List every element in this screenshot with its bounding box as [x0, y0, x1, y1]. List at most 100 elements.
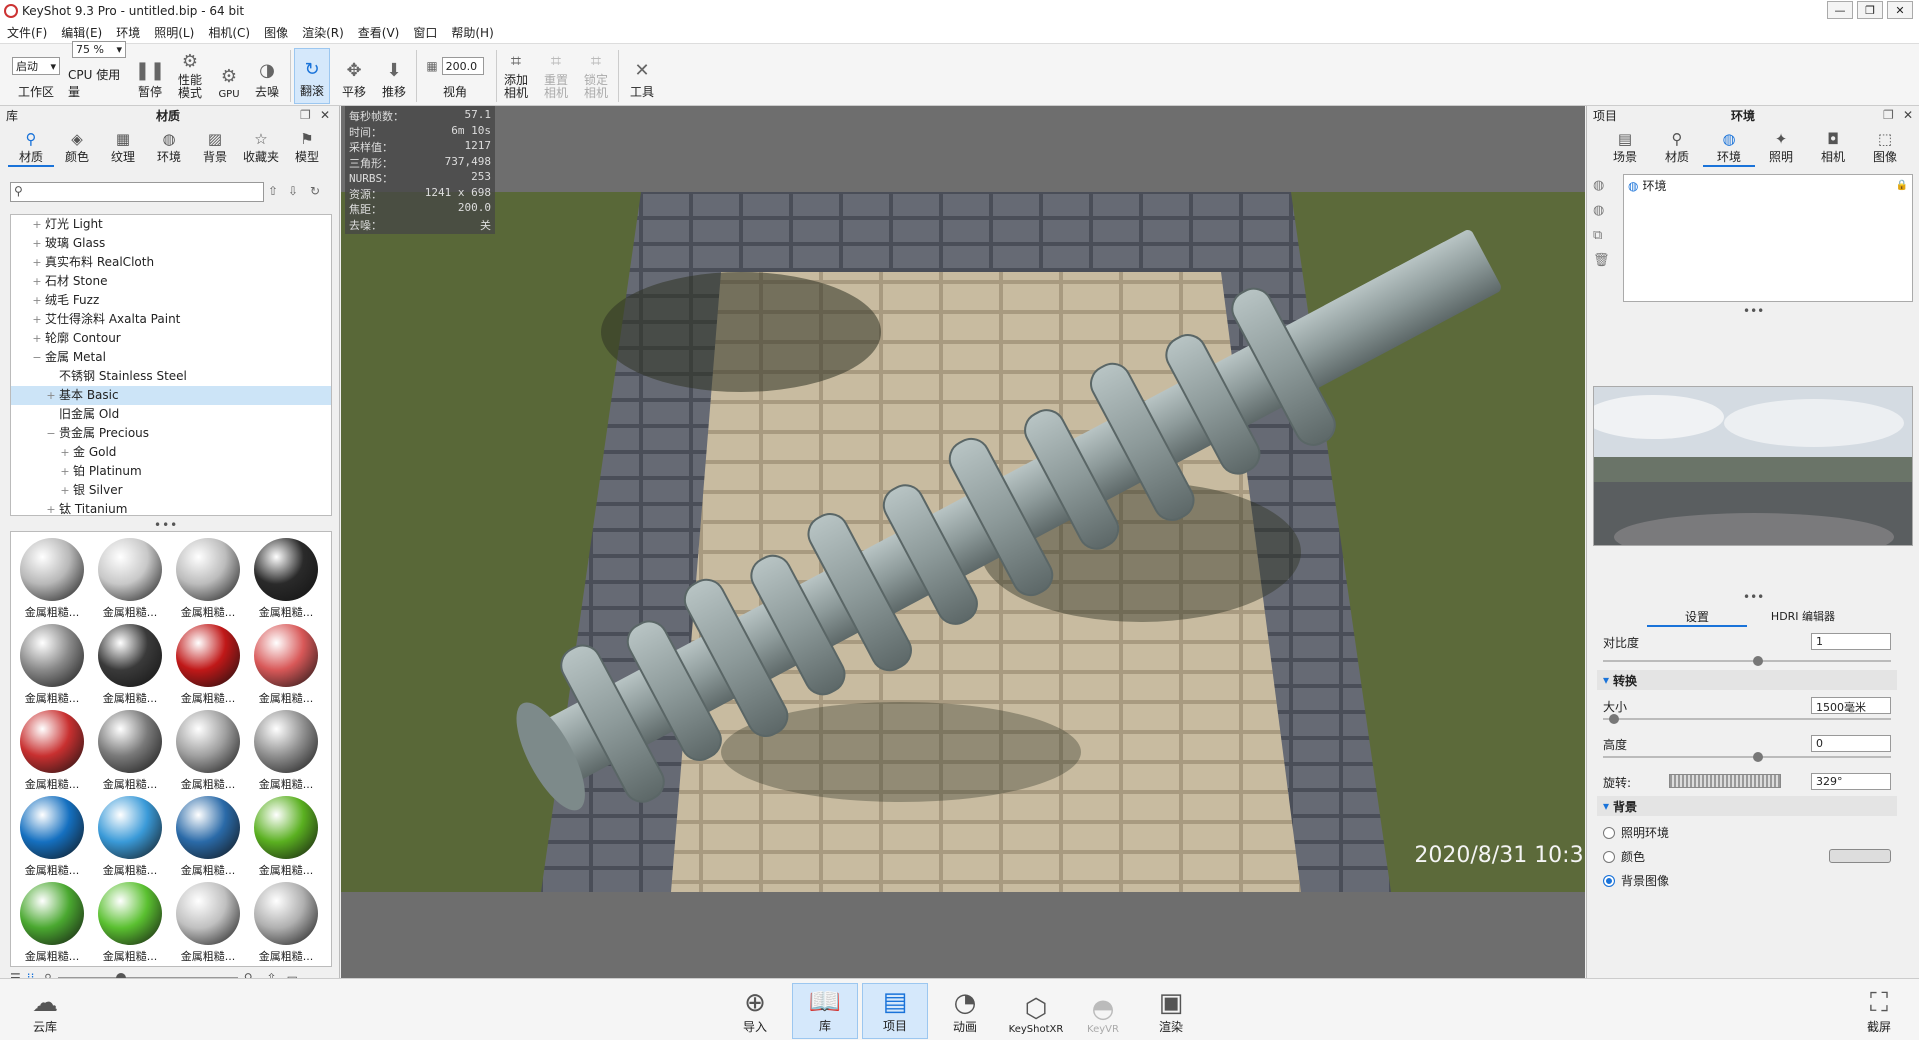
size-input[interactable]: 1500毫米: [1811, 697, 1891, 714]
workspace-select[interactable]: 启动 ▾: [12, 57, 60, 75]
material-thumbnail[interactable]: 金属粗糙...: [171, 880, 245, 964]
contrast-slider[interactable]: [1603, 656, 1891, 666]
tree-item[interactable]: + 基本 Basic: [11, 386, 331, 405]
expand-toggle-icon[interactable]: +: [45, 500, 57, 515]
tree-item[interactable]: − 金属 Metal: [11, 348, 331, 367]
project-button[interactable]: ▤ 项目: [862, 983, 928, 1039]
subtab-settings[interactable]: 设置: [1647, 608, 1747, 627]
bg-option-color[interactable]: 颜色: [1603, 848, 1645, 865]
pan-button[interactable]: ✥ 平移: [336, 48, 372, 104]
radio-lighting-env[interactable]: [1603, 826, 1615, 839]
render-scene[interactable]: 2020/8/31 10:35: [341, 192, 1585, 892]
material-thumbnail[interactable]: 金属粗糙...: [93, 708, 167, 792]
pause-button[interactable]: ❚❚ 暂停: [134, 48, 166, 104]
height-slider[interactable]: [1603, 752, 1891, 762]
library-search-input[interactable]: ⚲: [10, 182, 264, 202]
contrast-slider-knob[interactable]: [1753, 656, 1763, 666]
folder-up-icon[interactable]: ⇧: [268, 184, 278, 198]
render-viewport[interactable]: 2020/8/31 10:35 每秒帧数： 57.1 时间： 6m 10s 采样值： 12…: [341, 106, 1585, 978]
maximize-button[interactable]: ❐: [1857, 1, 1883, 19]
tree-item[interactable]: + 金 Gold: [11, 443, 331, 462]
material-thumbnail[interactable]: 金属粗糙...: [249, 622, 323, 706]
cloud-library-button[interactable]: ☁ 云库: [12, 983, 78, 1039]
material-thumbnail[interactable]: 金属粗糙...: [93, 622, 167, 706]
close-panel-icon[interactable]: ✕: [1903, 108, 1913, 122]
tree-item[interactable]: + 绒毛 Fuzz: [11, 291, 331, 310]
hdri-preview[interactable]: [1593, 386, 1913, 546]
tree-item[interactable]: + 石材 Stone: [11, 272, 331, 291]
material-thumbnail[interactable]: 金属粗糙...: [93, 880, 167, 964]
material-thumbnail[interactable]: 金属粗糙...: [15, 536, 89, 620]
radio-bg-image[interactable]: [1603, 874, 1615, 887]
menu-camera[interactable]: 相机(C): [201, 24, 257, 41]
cpu-usage-select[interactable]: 75 % ▾: [72, 41, 126, 58]
library-button[interactable]: 📖 库: [792, 983, 858, 1039]
tree-item[interactable]: + 轮廓 Contour: [11, 329, 331, 348]
float-panel-icon[interactable]: ❐: [1883, 108, 1894, 122]
close-panel-icon[interactable]: ✕: [320, 108, 330, 122]
menu-render[interactable]: 渲染(R): [295, 24, 351, 41]
transform-section[interactable]: ▾ 转换: [1597, 670, 1897, 690]
menu-edit[interactable]: 编辑(E): [54, 24, 109, 41]
expand-toggle-icon[interactable]: +: [31, 215, 43, 234]
tab-environments[interactable]: ◍ 环境: [146, 130, 192, 167]
material-thumbnail[interactable]: 金属粗糙...: [171, 794, 245, 878]
menu-window[interactable]: 窗口: [406, 24, 444, 41]
tree-item[interactable]: + 铂 Platinum: [11, 462, 331, 481]
subtab-hdri-editor[interactable]: HDRI 编辑器: [1753, 608, 1853, 624]
rotation-dial[interactable]: [1669, 774, 1781, 788]
tree-item[interactable]: 旧金属 Old: [11, 405, 331, 424]
tumble-button[interactable]: ↻ 翻滚: [294, 48, 330, 104]
size-slider-knob[interactable]: [1609, 714, 1619, 724]
expand-toggle-icon[interactable]: +: [31, 291, 43, 310]
material-thumbnail[interactable]: 金属粗糙...: [249, 880, 323, 964]
tree-item[interactable]: 不锈钢 Stainless Steel: [11, 367, 331, 386]
tree-item[interactable]: + 钛 Titanium: [11, 500, 331, 515]
lock-camera-button[interactable]: ⌗ 锁定相机: [580, 48, 612, 104]
animation-button[interactable]: ◔ 动画: [932, 983, 998, 1039]
splitter-handle-icon[interactable]: •••: [1743, 590, 1764, 604]
material-thumbnail[interactable]: 金属粗糙...: [15, 794, 89, 878]
material-thumbnail[interactable]: 金属粗糙...: [171, 708, 245, 792]
tab-camera[interactable]: ◘ 相机: [1807, 130, 1859, 167]
expand-toggle-icon[interactable]: −: [31, 348, 43, 367]
bg-color-swatch[interactable]: [1829, 849, 1891, 863]
menu-environment[interactable]: 环境: [109, 24, 147, 41]
splitter-handle-icon[interactable]: •••: [154, 518, 178, 532]
tab-materials[interactable]: ⚲ 材质: [8, 130, 54, 167]
delete-icon[interactable]: 🗑: [1593, 253, 1610, 268]
expand-toggle-icon[interactable]: +: [31, 272, 43, 291]
gpu-button[interactable]: ⚙ GPU: [214, 48, 244, 104]
height-slider-knob[interactable]: [1753, 752, 1763, 762]
tree-item[interactable]: + 银 Silver: [11, 481, 331, 500]
expand-toggle-icon[interactable]: +: [31, 329, 43, 348]
tab-material[interactable]: ⚲ 材质: [1651, 130, 1703, 167]
fov-input[interactable]: 200.0: [441, 57, 484, 75]
close-button[interactable]: ✕: [1887, 1, 1913, 19]
add-camera-button[interactable]: ⌗ 添加相机: [500, 48, 532, 104]
tab-models[interactable]: ⚑ 模型: [284, 130, 330, 167]
menu-view[interactable]: 查看(V): [351, 24, 407, 41]
material-thumbnail[interactable]: 金属粗糙...: [15, 880, 89, 964]
copy-environment-icon[interactable]: ⧉: [1593, 228, 1610, 243]
expand-toggle-icon[interactable]: +: [31, 310, 43, 329]
material-thumbnail[interactable]: 金属粗糙...: [93, 794, 167, 878]
import-button[interactable]: ⊕ 导入: [722, 983, 788, 1039]
menu-help[interactable]: 帮助(H): [444, 24, 500, 41]
tab-favorites[interactable]: ☆ 收藏夹: [238, 130, 284, 167]
rotation-input[interactable]: 329°: [1811, 773, 1891, 790]
material-thumbnail[interactable]: 金属粗糙...: [93, 536, 167, 620]
expand-toggle-icon[interactable]: +: [45, 386, 57, 405]
material-thumbnail[interactable]: 金属粗糙...: [15, 708, 89, 792]
screenshot-button[interactable]: ⛶ 截屏: [1846, 983, 1912, 1039]
material-thumbnail[interactable]: 金属粗糙...: [249, 794, 323, 878]
reset-camera-button[interactable]: ⌗ 重置相机: [540, 48, 572, 104]
performance-mode-button[interactable]: ⚙ 性能模式: [170, 48, 210, 104]
height-input[interactable]: 0: [1811, 735, 1891, 752]
material-thumbnail[interactable]: 金属粗糙...: [249, 536, 323, 620]
size-slider[interactable]: [1603, 714, 1891, 724]
tab-textures[interactable]: ▦ 纹理: [100, 130, 146, 167]
dolly-button[interactable]: ⬇ 推移: [376, 48, 412, 104]
refresh-icon[interactable]: ↻: [310, 184, 320, 198]
expand-toggle-icon[interactable]: +: [59, 443, 71, 462]
